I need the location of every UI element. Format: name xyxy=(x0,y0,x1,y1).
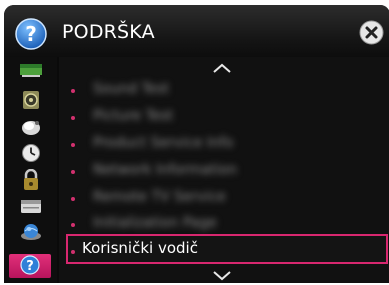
menu-item-label: Sound Test xyxy=(93,81,170,97)
menu-item-2[interactable]: Picture Test xyxy=(67,105,385,131)
menu-item-4[interactable]: Network Information xyxy=(67,159,385,185)
sidebar-item-channels[interactable] xyxy=(11,117,51,138)
bullet-icon xyxy=(71,197,75,201)
bullet-icon xyxy=(71,170,75,174)
chevron-down-icon[interactable] xyxy=(211,270,233,282)
bullet-icon xyxy=(71,223,75,227)
sidebar-item-lock[interactable] xyxy=(11,169,51,190)
menu-header: ? PODRŠKA xyxy=(4,5,389,57)
menu-item-label: Initialization Page xyxy=(93,215,217,231)
speaker-icon xyxy=(23,91,39,109)
support-menu-window: ? PODRŠKA ? Sound Test Picture Test Prod… xyxy=(4,5,389,283)
satellite-icon xyxy=(22,121,40,135)
sidebar-item-support[interactable]: ? xyxy=(9,254,51,278)
sidebar-item-picture[interactable] xyxy=(11,61,51,82)
menu-item-5[interactable]: Remote TV Service xyxy=(67,186,385,212)
sidebar-item-network[interactable] xyxy=(11,222,51,243)
picture-icon xyxy=(20,64,42,77)
lock-icon xyxy=(24,169,38,190)
sidebar-item-options[interactable] xyxy=(11,196,51,217)
keyboard-icon xyxy=(21,200,41,213)
clock-icon xyxy=(22,144,40,162)
svg-text:?: ? xyxy=(26,259,34,274)
sidebar-item-time[interactable] xyxy=(11,143,51,164)
sidebar-item-sound[interactable] xyxy=(11,90,51,111)
menu-panel: Sound Test Picture Test Product Service … xyxy=(59,57,389,283)
support-question-icon: ? xyxy=(20,255,40,275)
menu-item-label: Remote TV Service xyxy=(93,189,226,205)
bullet-icon xyxy=(71,89,75,93)
menu-item-label: Product Service Info xyxy=(93,135,234,151)
bullet-icon xyxy=(71,250,75,254)
menu-item-3[interactable]: Product Service Info xyxy=(67,132,385,158)
menu-item-label: Korisnički vodič xyxy=(82,239,198,257)
network-globe-icon xyxy=(21,224,41,240)
menu-item-label: Network Information xyxy=(93,162,237,178)
svg-text:?: ? xyxy=(25,22,37,46)
menu-item-label: Picture Test xyxy=(93,108,174,124)
bullet-icon xyxy=(71,116,75,120)
question-mark-circle-icon: ? xyxy=(15,18,47,50)
chevron-up-icon[interactable] xyxy=(211,62,233,74)
category-sidebar: ? xyxy=(4,57,57,283)
menu-item-user-guide[interactable]: Korisnički vodič xyxy=(66,234,388,264)
page-title: PODRŠKA xyxy=(62,21,155,43)
menu-item-1[interactable]: Sound Test xyxy=(67,78,385,104)
bullet-icon xyxy=(71,143,75,147)
close-x-icon[interactable] xyxy=(359,20,384,45)
